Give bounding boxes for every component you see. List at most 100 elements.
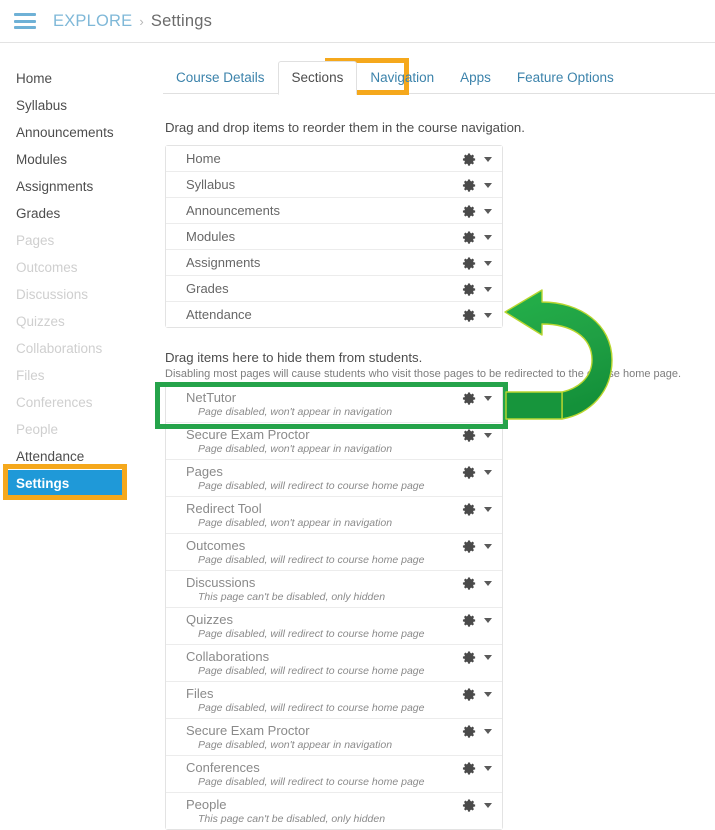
gear-icon[interactable] [462,178,477,193]
nav-row[interactable]: Home [166,146,502,172]
hidden-nav-row[interactable]: Quizzes Page disabled, will redirect to c… [166,608,502,645]
hidden-row-texts: Pages Page disabled, will redirect to cou… [186,463,424,493]
chevron-down-icon[interactable] [484,157,492,162]
nav-row[interactable]: Syllabus [166,172,502,198]
visible-navigation-list[interactable]: Home Syllabus Announcements Modules Assignme… [165,145,503,328]
sidebar-item-outcomes[interactable]: Outcomes [0,254,150,281]
hide-heading: Drag items here to hide them from studen… [165,350,423,365]
gear-icon[interactable] [462,230,477,245]
hidden-nav-row[interactable]: Secure Exam Proctor Page disabled, won't … [166,423,502,460]
gear-icon[interactable] [462,576,477,591]
hidden-row-note: Page disabled, won't appear in navigatio… [198,739,393,751]
breadcrumb-course-link[interactable]: EXPLORE [53,12,132,31]
hamburger-menu-icon[interactable] [14,13,36,29]
hidden-row-label: Secure Exam Proctor [186,427,310,442]
chevron-down-icon[interactable] [484,313,492,318]
nav-row[interactable]: Assignments [166,250,502,276]
sidebar-item-settings[interactable]: Settings [6,470,124,497]
tab-apps[interactable]: Apps [447,62,504,94]
gear-icon[interactable] [462,798,477,813]
chevron-down-icon[interactable] [484,287,492,292]
chevron-down-icon[interactable] [484,618,492,623]
chevron-down-icon[interactable] [484,655,492,660]
hidden-nav-row[interactable]: Files Page disabled, will redirect to cou… [166,682,502,719]
hidden-nav-row[interactable]: People This page can't be disabled, only … [166,793,502,829]
hidden-nav-row[interactable]: Discussions This page can't be disabled, … [166,571,502,608]
sidebar-item-people[interactable]: People [0,416,150,443]
hidden-nav-row[interactable]: Conferences Page disabled, will redirect … [166,756,502,793]
gear-icon[interactable] [462,761,477,776]
hidden-navigation-list[interactable]: NetTutor Page disabled, won't appear in n… [165,385,503,830]
chevron-down-icon[interactable] [484,470,492,475]
sidebar-item-conferences[interactable]: Conferences [0,389,150,416]
gear-icon[interactable] [462,308,477,323]
gear-icon[interactable] [462,428,477,443]
sidebar-item-quizzes[interactable]: Quizzes [0,308,150,335]
nav-row[interactable]: Announcements [166,198,502,224]
hidden-nav-row[interactable]: Outcomes Page disabled, will redirect to … [166,534,502,571]
gear-icon[interactable] [462,391,477,406]
gear-icon[interactable] [462,539,477,554]
hidden-nav-row[interactable]: Pages Page disabled, will redirect to cou… [166,460,502,497]
gear-icon[interactable] [462,650,477,665]
chevron-down-icon[interactable] [484,581,492,586]
gear-icon[interactable] [462,204,477,219]
hidden-nav-row[interactable]: NetTutor Page disabled, won't appear in n… [166,386,502,423]
chevron-down-icon[interactable] [484,235,492,240]
sidebar-item-announcements[interactable]: Announcements [0,119,150,146]
hidden-nav-row[interactable]: Redirect Tool Page disabled, won't appear… [166,497,502,534]
gear-icon[interactable] [462,282,477,297]
row-controls [462,254,492,271]
hidden-nav-row[interactable]: Collaborations Page disabled, will redire… [166,645,502,682]
nav-row[interactable]: Grades [166,276,502,302]
gear-icon[interactable] [462,687,477,702]
chevron-down-icon[interactable] [484,396,492,401]
hidden-row-note: Page disabled, will redirect to course h… [198,628,425,640]
nav-row-label: Assignments [186,255,261,270]
chevron-down-icon[interactable] [484,209,492,214]
chevron-down-icon[interactable] [484,261,492,266]
chevron-down-icon[interactable] [484,692,492,697]
sidebar-item-modules[interactable]: Modules [0,146,150,173]
gear-icon[interactable] [462,613,477,628]
hidden-row-note: Page disabled, will redirect to course h… [198,554,425,566]
hidden-row-note: This page can't be disabled, only hidden [198,813,386,825]
gear-icon[interactable] [462,465,477,480]
chevron-down-icon[interactable] [484,729,492,734]
row-controls [462,611,492,628]
sidebar-item-pages[interactable]: Pages [0,227,150,254]
chevron-down-icon[interactable] [484,183,492,188]
chevron-down-icon[interactable] [484,766,492,771]
hidden-nav-row[interactable]: Secure Exam Proctor Page disabled, won't … [166,719,502,756]
hamburger-bar [14,26,36,29]
hidden-section: Drag items here to hide them from studen… [163,350,715,830]
nav-row-label: Attendance [186,307,252,322]
row-controls [462,202,492,219]
hidden-row-note: Page disabled, won't appear in navigatio… [198,443,393,455]
sidebar-item-files[interactable]: Files [0,362,150,389]
gear-icon[interactable] [462,256,477,271]
gear-icon[interactable] [462,724,477,739]
chevron-down-icon[interactable] [484,507,492,512]
sidebar-item-home[interactable]: Home [0,65,150,92]
chevron-down-icon[interactable] [484,433,492,438]
tab-sections[interactable]: Sections [277,61,358,95]
sidebar-item-collaborations[interactable]: Collaborations [0,335,150,362]
sidebar-item-grades[interactable]: Grades [0,200,150,227]
tab-course-details[interactable]: Course Details [163,62,278,94]
gear-icon[interactable] [462,502,477,517]
tab-navigation[interactable]: Navigation [357,62,447,94]
row-controls [462,537,492,554]
sidebar-item-attendance[interactable]: Attendance [0,443,150,470]
chevron-down-icon[interactable] [484,544,492,549]
tab-feature-options[interactable]: Feature Options [504,62,627,94]
sidebar-item-discussions[interactable]: Discussions [0,281,150,308]
gear-icon[interactable] [462,152,477,167]
reorder-instruction: Drag and drop items to reorder them in t… [165,120,525,135]
row-controls [462,176,492,193]
sidebar-item-syllabus[interactable]: Syllabus [0,92,150,119]
nav-row[interactable]: Attendance [166,302,502,327]
sidebar-item-assignments[interactable]: Assignments [0,173,150,200]
nav-row[interactable]: Modules [166,224,502,250]
chevron-down-icon[interactable] [484,803,492,808]
